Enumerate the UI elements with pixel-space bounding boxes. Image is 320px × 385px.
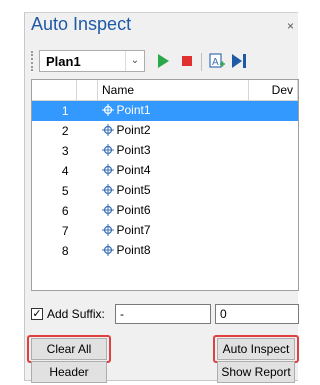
suffix-row: ✓ Add Suffix: - 0 <box>31 304 299 326</box>
point-target-icon <box>101 183 114 199</box>
close-icon[interactable]: × <box>287 19 294 33</box>
add-point-icon[interactable]: A <box>207 51 227 71</box>
row-name-cell: Point6 <box>98 201 249 221</box>
row-number: 5 <box>61 184 69 198</box>
row-dev-cell <box>248 100 298 121</box>
plan-select-value: Plan1 <box>46 54 81 69</box>
column-header-number[interactable] <box>32 80 77 101</box>
row-icon-cell <box>77 181 98 201</box>
plan-select[interactable]: Plan1 ⌄ <box>39 50 145 72</box>
row-icon-cell <box>77 201 98 221</box>
stop-icon[interactable] <box>177 51 197 71</box>
row-dev-cell <box>249 201 298 221</box>
row-dev-cell <box>249 121 298 141</box>
row-dev-cell <box>249 161 298 181</box>
row-number: 1 <box>32 100 77 121</box>
row-number: 7 <box>61 224 69 238</box>
toolbar-grip-icon[interactable] <box>31 51 37 71</box>
row-icon-cell <box>77 241 98 261</box>
suffix-text-input[interactable]: - <box>115 304 211 324</box>
chevron-down-icon[interactable]: ⌄ <box>125 51 144 71</box>
point-target-icon <box>101 243 114 259</box>
row-number: 8 <box>61 244 69 258</box>
row-dev-cell <box>249 181 298 201</box>
point-target-icon <box>101 103 114 119</box>
row-dev-cell <box>249 221 298 241</box>
column-header-icon[interactable] <box>76 80 98 101</box>
add-suffix-checkbox[interactable]: ✓ <box>31 308 43 320</box>
svg-text:A: A <box>212 57 219 68</box>
point-target-icon <box>101 203 114 219</box>
row-name-cell: Point8 <box>98 241 249 261</box>
point-name: Point8 <box>116 243 151 258</box>
row-name-cell: Point1 <box>97 100 249 121</box>
row-icon-cell <box>77 221 98 241</box>
grid-header-row: Name Dev <box>32 80 298 101</box>
column-header-dev[interactable]: Dev <box>248 80 298 101</box>
row-number: 4 <box>61 164 69 178</box>
point-target-icon <box>101 123 114 139</box>
point-name: Point6 <box>116 203 151 218</box>
table-row[interactable]: 7 Point7 <box>32 221 298 241</box>
suffix-number-input[interactable]: 0 <box>215 304 299 324</box>
table-row[interactable]: 4 Point4 <box>32 161 298 181</box>
table-row[interactable]: 1 Point1 <box>32 100 298 121</box>
row-name-cell: Point7 <box>98 221 249 241</box>
point-target-icon <box>101 143 114 159</box>
clear-all-button[interactable]: Clear All <box>31 338 107 360</box>
row-icon-cell <box>77 121 98 141</box>
point-target-icon <box>101 223 114 239</box>
point-target-icon <box>101 163 114 179</box>
header-button[interactable]: Header <box>31 361 107 383</box>
row-name-cell: Point4 <box>98 161 249 181</box>
row-name-cell: Point3 <box>98 141 249 161</box>
point-name: Point1 <box>116 103 151 118</box>
row-icon-cell <box>76 100 98 121</box>
point-name: Point7 <box>116 223 151 238</box>
point-name: Point3 <box>116 143 151 158</box>
table-row[interactable]: 2 Point2 <box>32 121 298 141</box>
step-next-icon[interactable] <box>229 51 249 71</box>
row-dev-cell <box>249 241 298 261</box>
auto-inspect-button[interactable]: Auto Inspect <box>217 338 295 360</box>
panel-title: Auto Inspect <box>31 14 132 34</box>
toolbar-separator <box>201 53 202 71</box>
row-name-cell: Point2 <box>98 121 249 141</box>
row-number: 3 <box>61 144 69 158</box>
play-icon[interactable] <box>153 51 173 71</box>
table-row[interactable]: 6 Point6 <box>32 201 298 221</box>
table-row[interactable]: 3 Point3 <box>32 141 298 161</box>
table-row[interactable]: 5 Point5 <box>32 181 298 201</box>
table-row[interactable]: 8 Point8 <box>32 241 298 261</box>
show-report-button[interactable]: Show Report <box>217 361 295 383</box>
points-grid[interactable]: Name Dev 1 Point1 2 Point2 3 Point3 4 Point4 5 Po… <box>31 79 299 291</box>
column-header-name[interactable]: Name <box>97 80 249 101</box>
row-icon-cell <box>77 161 98 181</box>
row-number: 6 <box>61 204 69 218</box>
row-name-cell: Point5 <box>98 181 249 201</box>
add-suffix-label: Add Suffix: <box>47 307 105 321</box>
row-number: 2 <box>61 124 69 138</box>
row-dev-cell <box>249 141 298 161</box>
point-name: Point5 <box>116 183 151 198</box>
toolbar: Plan1 ⌄ A <box>31 49 291 75</box>
row-icon-cell <box>77 141 98 161</box>
point-name: Point4 <box>116 163 151 178</box>
auto-inspect-panel: Auto Inspect × Plan1 ⌄ A Name Dev 1 Poin… <box>24 12 299 383</box>
point-name: Point2 <box>116 123 151 138</box>
